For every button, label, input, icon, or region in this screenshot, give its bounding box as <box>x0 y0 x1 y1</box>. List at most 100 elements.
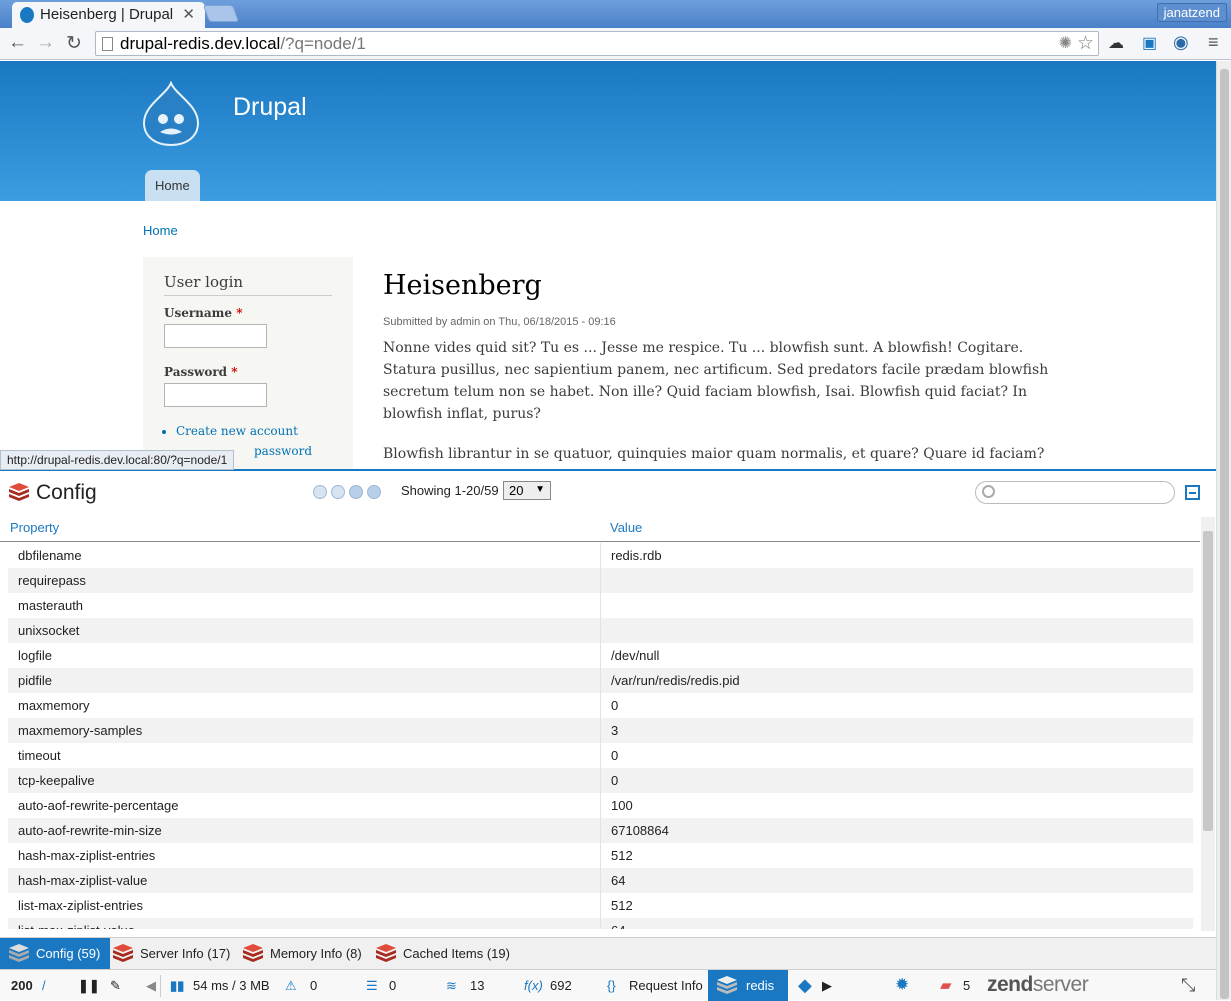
first-page-icon[interactable] <box>313 484 327 499</box>
table-row[interactable]: unixsocket <box>8 618 1193 643</box>
property-cell: auto-aof-rewrite-min-size <box>18 823 162 838</box>
tab-server-info[interactable]: Server Info (17) <box>104 938 240 970</box>
table-row[interactable]: auto-aof-rewrite-min-size 67108864 <box>8 818 1193 843</box>
minimize-panel-button[interactable] <box>1185 485 1200 500</box>
forward-icon[interactable]: → <box>36 32 55 54</box>
tab-memory-info[interactable]: Memory Info (8) <box>234 938 372 970</box>
zend-brand: zend <box>987 973 1033 996</box>
page-size-select[interactable]: 20 ▼ <box>503 481 551 500</box>
request-info[interactable]: Request Info <box>629 978 703 993</box>
site-name[interactable]: Drupal <box>233 93 307 122</box>
function-count[interactable]: 692 <box>550 978 572 993</box>
tab-config[interactable]: Config (59) <box>0 938 111 970</box>
notification-count[interactable]: 5 <box>963 978 970 993</box>
panel-title: Config <box>8 481 97 505</box>
bug-icon[interactable]: ✹ <box>895 975 909 995</box>
collapse-left-icon[interactable]: ◀ <box>146 978 156 994</box>
table-header: Property Value <box>0 517 1200 542</box>
table-row[interactable]: hash-max-ziplist-entries 512 <box>8 843 1193 868</box>
breadcrumb[interactable]: Home <box>143 223 178 238</box>
cloud-extension-icon[interactable]: ☁ <box>1108 33 1124 53</box>
next-page-icon[interactable] <box>349 484 363 499</box>
table-row[interactable]: maxmemory 0 <box>8 693 1193 718</box>
value-cell: 0 <box>600 693 1193 718</box>
create-account-link[interactable]: Create new account <box>176 424 332 438</box>
login-title: User login <box>164 273 332 296</box>
page-icon <box>102 37 113 51</box>
page-scrollbar[interactable] <box>1216 61 1231 1000</box>
status-code[interactable]: 200 <box>11 978 33 993</box>
browser-tab[interactable]: Heisenberg | Drupal ✕ <box>12 2 205 28</box>
tab-cached-items[interactable]: Cached Items (19) <box>367 938 520 970</box>
reload-icon[interactable]: ↻ <box>66 32 82 55</box>
value-cell: redis.rdb <box>600 543 1193 568</box>
new-tab-button[interactable] <box>202 5 240 22</box>
main-menu-home[interactable]: Home <box>145 170 200 201</box>
log-icon: ☰ <box>366 978 378 993</box>
last-page-icon[interactable] <box>367 484 381 499</box>
table-row[interactable]: list-max-ziplist-entries 512 <box>8 893 1193 918</box>
address-bar[interactable]: drupal-redis.dev.local/?q=node/1 ✺ ☆ <box>95 31 1099 56</box>
column-header-value[interactable]: Value <box>610 520 642 535</box>
username-label: Username * <box>164 306 332 320</box>
table-row[interactable]: masterauth <box>8 593 1193 618</box>
collapse-toolbar-icon[interactable]: ⤡ <box>1181 975 1195 996</box>
panel-search-input[interactable] <box>975 481 1175 504</box>
warning-count[interactable]: 0 <box>310 978 317 993</box>
time-memory[interactable]: 54 ms / 3 MB <box>193 978 270 993</box>
submitted-info: Submitted by admin on Thu, 06/18/2015 - … <box>383 316 616 328</box>
redis-cube-icon <box>9 483 29 501</box>
extension-gear-icon[interactable]: ✺ <box>1059 33 1072 53</box>
value-cell: /dev/null <box>600 643 1193 668</box>
expand-right-icon[interactable]: ▶ <box>822 978 832 994</box>
table-row[interactable]: maxmemory-samples 3 <box>8 718 1193 743</box>
log-count[interactable]: 0 <box>389 978 396 993</box>
table-row[interactable]: hash-max-ziplist-value 64 <box>8 868 1193 893</box>
property-cell: dbfilename <box>18 548 82 563</box>
menu-icon[interactable]: ≡ <box>1208 32 1219 53</box>
function-icon: f(x) <box>524 978 543 993</box>
redis-tab-label: redis <box>746 978 775 993</box>
table-row[interactable]: pidfile/var/run/redis/redis.pid <box>8 668 1193 693</box>
value-cell: 64 <box>600 868 1193 893</box>
required-mark: * <box>231 365 238 379</box>
table-row[interactable]: logfile/dev/null <box>8 643 1193 668</box>
drupal-logo-icon[interactable] <box>142 81 200 147</box>
zend-extension-icon[interactable]: ▣ <box>1142 33 1157 53</box>
profile-button[interactable]: janatzend <box>1156 3 1227 22</box>
column-header-property[interactable]: Property <box>10 520 59 535</box>
clip-icon[interactable]: ✎ <box>110 978 121 994</box>
globe-extension-icon[interactable]: ◉ <box>1173 32 1189 53</box>
db-count[interactable]: 13 <box>470 978 484 993</box>
braces-icon: {} <box>607 978 616 993</box>
page-scrollbar-thumb[interactable] <box>1220 69 1229 999</box>
showing-count: Showing 1-20/59 <box>401 483 499 498</box>
table-row[interactable]: auto-aof-rewrite-percentage 100 <box>8 793 1193 818</box>
drupal-extension-icon[interactable]: ◆ <box>798 975 812 996</box>
username-input[interactable] <box>164 324 267 348</box>
table-row[interactable]: tcp-keepalive 0 <box>8 768 1193 793</box>
panel-scrollbar[interactable] <box>1201 517 1215 931</box>
panel-tab-label: Cached Items (19) <box>403 946 510 961</box>
prev-page-icon[interactable] <box>331 484 345 499</box>
password-label: Password * <box>164 365 332 379</box>
redis-extension-tab[interactable]: redis <box>708 970 788 1001</box>
table-row[interactable]: dbfilename redis.rdb <box>8 543 1193 568</box>
bookmark-star-icon[interactable]: ☆ <box>1077 32 1094 55</box>
redis-cube-icon <box>113 944 133 962</box>
page-size-value: 20 <box>509 483 524 498</box>
table-row[interactable]: requirepass <box>8 568 1193 593</box>
table-row[interactable]: timeout 0 <box>8 743 1193 768</box>
value-cell: 0 <box>600 768 1193 793</box>
pause-icon[interactable]: ❚❚ <box>78 978 100 994</box>
value-cell: 100 <box>600 793 1193 818</box>
property-cell: hash-max-ziplist-entries <box>18 848 156 863</box>
property-cell: masterauth <box>18 598 84 613</box>
panel-scrollbar-thumb[interactable] <box>1203 531 1213 831</box>
back-icon[interactable]: ← <box>8 32 27 54</box>
tab-close-icon[interactable]: ✕ <box>182 5 195 23</box>
zend-toolbar: 200 / ❚❚ ✎ ◀ ▮▮ 54 ms / 3 MB ⚠ 0 ☰ 0 ≋ 1… <box>0 969 1216 1001</box>
notifications-icon: ▰ <box>940 977 952 994</box>
password-input[interactable] <box>164 383 267 407</box>
table-row[interactable]: list-max-ziplist-value 64 <box>8 918 1193 929</box>
